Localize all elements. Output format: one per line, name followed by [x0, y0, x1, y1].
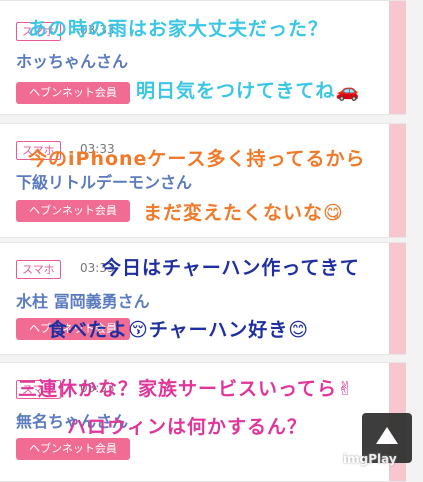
device-badge: スマホ — [16, 260, 61, 279]
card-edge-strip — [389, 1, 406, 114]
overlay-caption-1b: 明日気をつけてきてね🚗 — [136, 76, 360, 103]
poster-name[interactable]: 下級リトルデーモンさん — [16, 169, 192, 193]
member-badge: ヘブンネット会員 — [16, 200, 130, 222]
smiling-face-icon: 😊 — [288, 319, 310, 341]
car-icon: 🚗 — [335, 80, 361, 102]
overlay-text: 三連休かな？家族サービスいってら — [18, 378, 338, 400]
triangle-up-icon — [376, 427, 398, 444]
card-edge-strip — [389, 243, 406, 354]
overlay-caption-3b: 食べたよ😚チャーハン好き😊 — [48, 315, 309, 342]
poster-name[interactable]: 水柱 冨岡義勇さん — [16, 288, 150, 312]
overlay-text: チャーハン好き — [148, 319, 289, 341]
card-edge-strip — [389, 124, 406, 237]
member-badge: ヘブンネット会員 — [16, 438, 130, 460]
overlay-text: 明日気をつけてきてね — [136, 80, 336, 102]
overlay-caption-4a: 三連休かな？家族サービスいってら✌ — [18, 374, 354, 401]
overlay-caption-2b: まだ変えたくないな😋 — [143, 198, 344, 225]
member-badge: ヘブンネット会員 — [16, 82, 130, 104]
overlay-text: 食べたよ — [48, 319, 129, 341]
overlay-caption-2a: 今のiPhoneケース多く持ってるから — [28, 148, 366, 170]
overlay-caption-3a: 今日はチャーハン作ってきて — [102, 257, 360, 279]
overlay-text: まだ変えたくないな — [143, 202, 324, 224]
kissing-face-icon: 😚 — [128, 319, 149, 341]
poster-name[interactable]: ホッちゃんさん — [16, 48, 128, 72]
victory-hand-icon: ✌ — [337, 378, 354, 400]
yum-face-icon: 😋 — [323, 202, 344, 224]
watermark: imgPlay — [343, 452, 397, 466]
overlay-caption-4b: ハロウィンは何かするん？ — [67, 416, 308, 438]
overlay-caption-1a: あの時の雨はお家大丈夫だった？ — [28, 18, 329, 40]
